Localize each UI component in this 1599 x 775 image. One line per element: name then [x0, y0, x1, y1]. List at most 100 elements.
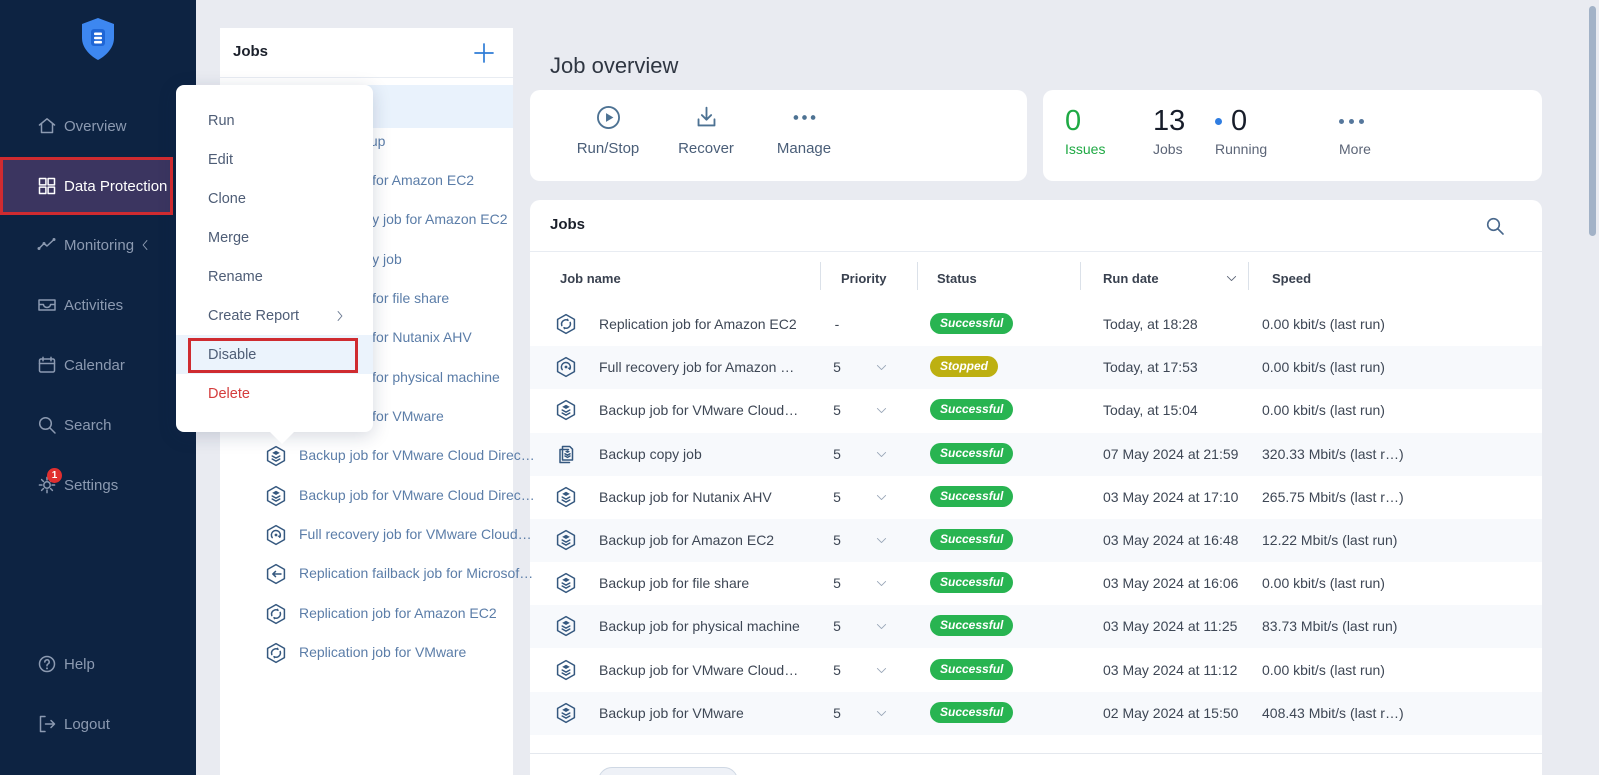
menu-item-label: Disable	[208, 347, 256, 363]
inbox-icon	[36, 294, 58, 316]
sort-chevron-down-icon[interactable]	[1225, 272, 1238, 285]
status-badge: Successful	[930, 702, 1013, 723]
add-job-button[interactable]	[471, 40, 497, 66]
priority-chevron-down-icon[interactable]	[875, 448, 888, 461]
backup-icon	[555, 615, 577, 637]
sidebar-item-logout[interactable]: Logout	[0, 704, 196, 744]
stat-running: 0 Running	[1215, 106, 1267, 157]
pagination-control[interactable]	[598, 767, 738, 775]
table-row[interactable]: Backup job for VMware Cloud…5Successful0…	[530, 649, 1542, 692]
job-name: Backup job for VMware Cloud…	[599, 402, 798, 418]
sidebar-item-search[interactable]: Search	[0, 405, 196, 445]
sidebar-item-settings[interactable]: 1Settings	[0, 465, 196, 505]
table-row[interactable]: Full recovery job for Amazon …5StoppedTo…	[530, 346, 1542, 389]
run-date: 03 May 2024 at 16:48	[1103, 532, 1238, 548]
sidebar-item-overview[interactable]: Overview	[0, 106, 196, 146]
table-row[interactable]: Backup job for Amazon EC25Successful03 M…	[530, 519, 1542, 562]
job-name: Backup job for physical machine	[599, 618, 800, 634]
status-badge: Stopped	[930, 356, 998, 377]
sidebar-item-label: Help	[64, 656, 95, 673]
menu-item-create-report[interactable]: Create Report	[176, 296, 373, 335]
job-name: Replication job for Amazon EC2	[299, 605, 497, 621]
menu-item-edit[interactable]: Edit	[176, 140, 373, 179]
column-header-priority[interactable]: Priority	[841, 271, 887, 286]
jobs-panel-row[interactable]: Replication failback job for Microsof…	[220, 554, 513, 594]
status-badge: Successful	[930, 313, 1013, 334]
status-badge: Successful	[930, 615, 1013, 636]
chevron-left-icon[interactable]	[138, 238, 152, 252]
priority-chevron-down-icon[interactable]	[875, 577, 888, 590]
table-row[interactable]: Backup job for file share5Successful03 M…	[530, 562, 1542, 605]
sidebar-item-calendar[interactable]: Calendar	[0, 345, 196, 385]
speed-value: 0.00 kbit/s (last run)	[1262, 316, 1385, 332]
backup-icon	[265, 445, 287, 467]
priority-chevron-down-icon[interactable]	[875, 707, 888, 720]
stat-more[interactable]: More	[1339, 106, 1371, 157]
column-header-run-date[interactable]: Run date	[1103, 271, 1159, 286]
plus-icon	[471, 40, 497, 66]
sidebar-item-help[interactable]: Help	[0, 644, 196, 684]
home-icon	[36, 115, 58, 137]
column-separator	[820, 262, 821, 290]
menu-item-merge[interactable]: Merge	[176, 218, 373, 257]
priority-chevron-down-icon[interactable]	[875, 404, 888, 417]
table-row[interactable]: Backup job for Nutanix AHV5Successful03 …	[530, 476, 1542, 519]
table-row[interactable]: Backup job for VMware5Successful02 May 2…	[530, 692, 1542, 735]
vertical-scrollbar-thumb[interactable]	[1589, 6, 1596, 236]
stat-jobs: 13 Jobs	[1153, 106, 1185, 157]
backup-icon	[555, 572, 577, 594]
jobs-table-card: Jobs Job namePriorityStatusRun dateSpeed…	[530, 200, 1542, 775]
backup-icon	[555, 702, 577, 724]
menu-item-label: Run	[208, 113, 235, 129]
sidebar-item-activities[interactable]: Activities	[0, 285, 196, 325]
priority-chevron-down-icon[interactable]	[875, 491, 888, 504]
run-date: 03 May 2024 at 11:12	[1103, 662, 1237, 678]
priority-chevron-down-icon[interactable]	[875, 620, 888, 633]
run-date: 02 May 2024 at 15:50	[1103, 705, 1238, 721]
job-context-menu: Run Edit Clone Merge RenameCreate Report Disa…	[176, 85, 373, 432]
table-row[interactable]: Backup job for VMware Cloud…5SuccessfulT…	[530, 389, 1542, 432]
monitoring-icon	[36, 234, 58, 256]
jobs-panel-row[interactable]: Replication job for VMware	[220, 633, 513, 673]
jobs-panel-row[interactable]: Backup job for VMware Cloud Direc…	[220, 436, 513, 476]
divider	[530, 753, 1542, 754]
run-stop-button[interactable]: Run/Stop	[560, 104, 656, 157]
menu-item-disable[interactable]: Disable	[176, 335, 373, 374]
table-row[interactable]: Backup job for physical machine5Successf…	[530, 605, 1542, 648]
running-dot	[1215, 118, 1222, 125]
menu-item-clone[interactable]: Clone	[176, 179, 373, 218]
jobs-panel-row[interactable]: Full recovery job for VMware Cloud…	[220, 515, 513, 555]
status-badge: Successful	[930, 659, 1013, 680]
sidebar-item-data-protection[interactable]: Data Protection	[0, 157, 173, 215]
sidebar-item-monitoring[interactable]: Monitoring	[0, 225, 196, 265]
column-header-job-name[interactable]: Job name	[560, 271, 621, 286]
speed-value: 0.00 kbit/s (last run)	[1262, 662, 1385, 678]
column-header-speed[interactable]: Speed	[1272, 271, 1311, 286]
priority-chevron-down-icon[interactable]	[875, 361, 888, 374]
sidebar-item-label: Monitoring	[64, 237, 134, 254]
priority-chevron-down-icon[interactable]	[875, 534, 888, 547]
jobs-panel-title: Jobs	[233, 43, 268, 60]
jobs-panel-row[interactable]: Backup job for VMware Cloud Direc…	[220, 476, 513, 516]
menu-item-label: Edit	[208, 152, 233, 168]
menu-item-label: Merge	[208, 230, 249, 246]
priority-value: 5	[827, 575, 847, 591]
column-separator	[917, 262, 918, 290]
sidebar-item-label: Overview	[64, 118, 127, 135]
menu-item-rename[interactable]: Rename	[176, 257, 373, 296]
menu-item-run[interactable]: Run	[176, 101, 373, 140]
table-row[interactable]: Replication job for Amazon EC2-Successfu…	[530, 303, 1542, 346]
manage-button[interactable]: Manage	[756, 104, 852, 157]
jobs-panel-row[interactable]: Replication job for Amazon EC2	[220, 594, 513, 634]
status-badge: Successful	[930, 572, 1013, 593]
speed-value: 83.73 Mbit/s (last run)	[1262, 618, 1397, 634]
recover-button[interactable]: Recover	[658, 104, 754, 157]
table-row[interactable]: Backup copy job5Successful07 May 2024 at…	[530, 433, 1542, 476]
status-badge: Successful	[930, 443, 1013, 464]
search-icon[interactable]	[1484, 215, 1506, 237]
priority-chevron-down-icon[interactable]	[875, 664, 888, 677]
priority-value: 5	[827, 532, 847, 548]
menu-item-delete[interactable]: Delete	[176, 374, 373, 413]
job-name: Backup copy job	[599, 446, 702, 462]
column-header-status[interactable]: Status	[937, 271, 977, 286]
